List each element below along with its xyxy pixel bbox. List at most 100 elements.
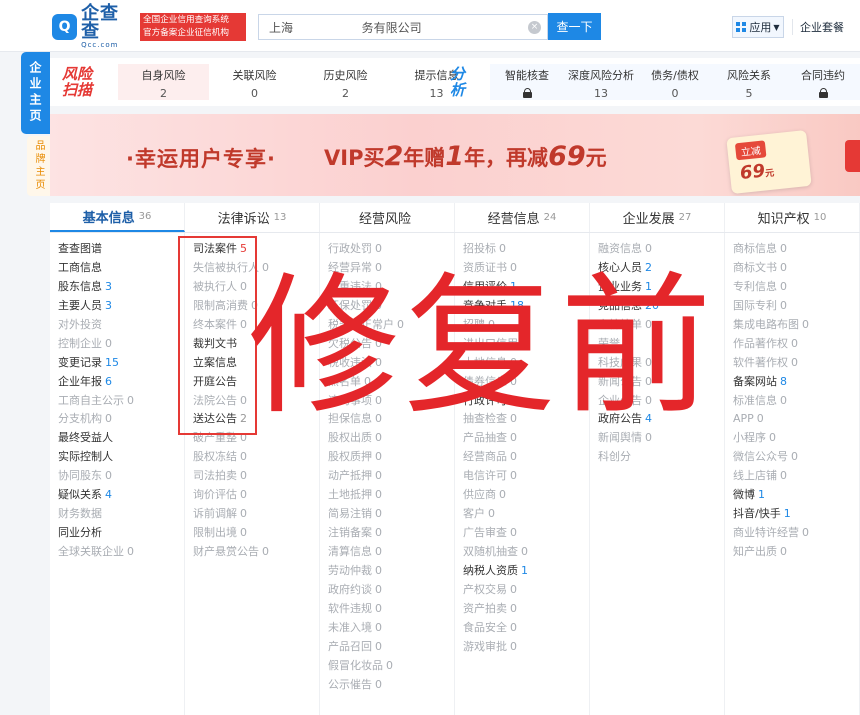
list-item[interactable]: 同业分析 bbox=[58, 523, 184, 542]
list-item[interactable]: 行政许可 4 bbox=[463, 391, 589, 410]
list-item[interactable]: 严重违法 0 bbox=[328, 277, 454, 296]
list-item[interactable]: 简易注销 0 bbox=[328, 504, 454, 523]
list-item[interactable]: 微博 1 bbox=[733, 485, 859, 504]
list-item[interactable]: 债券信息 0 bbox=[463, 372, 589, 391]
list-item[interactable]: 企业年报 6 bbox=[58, 372, 184, 391]
list-item[interactable]: 新闻公告 0 bbox=[598, 372, 724, 391]
list-item[interactable]: 招聘 0 bbox=[463, 315, 589, 334]
list-item[interactable]: 协同股东 0 bbox=[58, 466, 184, 485]
clear-icon[interactable]: × bbox=[528, 21, 541, 34]
analysis-deep-risk[interactable]: 深度风险分析 13 bbox=[564, 64, 638, 100]
list-item[interactable]: 股权质押 0 bbox=[328, 447, 454, 466]
list-item[interactable]: 广告审查 0 bbox=[463, 523, 589, 542]
list-item[interactable]: 开庭公告 bbox=[193, 372, 319, 391]
list-item[interactable]: 实际控制人 bbox=[58, 447, 184, 466]
list-item[interactable]: 标准信息 0 bbox=[733, 391, 859, 410]
list-item[interactable]: 竞品信息 20 bbox=[598, 296, 724, 315]
list-item[interactable]: 政府约谈 0 bbox=[328, 580, 454, 599]
list-item[interactable]: 分支机构 0 bbox=[58, 409, 184, 428]
search-button[interactable]: 查一下 bbox=[548, 13, 601, 40]
search-input[interactable] bbox=[269, 20, 519, 34]
list-item[interactable]: 抖音/快手 1 bbox=[733, 504, 859, 523]
list-item[interactable]: 主要人员 3 bbox=[58, 296, 184, 315]
list-item[interactable]: 司法拍卖 0 bbox=[193, 466, 319, 485]
list-item[interactable]: 纳税人资质 1 bbox=[463, 561, 589, 580]
list-item[interactable]: 法院公告 0 bbox=[193, 391, 319, 410]
list-item[interactable]: 财务数据 bbox=[58, 504, 184, 523]
list-item[interactable]: APP 0 bbox=[733, 409, 859, 428]
list-item[interactable]: 黑名单 0 bbox=[328, 372, 454, 391]
list-item[interactable]: 资产拍卖 0 bbox=[463, 599, 589, 618]
list-item[interactable]: 限制高消费 0 bbox=[193, 296, 319, 315]
list-item[interactable]: 诉前调解 0 bbox=[193, 504, 319, 523]
list-item[interactable]: 商标信息 0 bbox=[733, 239, 859, 258]
list-item[interactable]: 集成电路布图 0 bbox=[733, 315, 859, 334]
risk-related[interactable]: 关联风险 0 bbox=[209, 64, 300, 100]
list-item[interactable]: 经营异常 0 bbox=[328, 258, 454, 277]
tab-legal[interactable]: 法律诉讼 13 bbox=[185, 203, 320, 232]
list-item[interactable]: 股权冻结 0 bbox=[193, 447, 319, 466]
list-item[interactable]: 控制企业 0 bbox=[58, 334, 184, 353]
list-item[interactable]: 软件违规 0 bbox=[328, 599, 454, 618]
list-item[interactable]: 查查图谱 bbox=[58, 239, 184, 258]
list-item[interactable]: 劳动仲裁 0 bbox=[328, 561, 454, 580]
list-item[interactable]: 融资信息 0 bbox=[598, 239, 724, 258]
list-item[interactable]: 产品抽查 0 bbox=[463, 428, 589, 447]
list-item[interactable]: 科创分 bbox=[598, 447, 724, 466]
list-item[interactable]: 进出口信用 bbox=[463, 334, 589, 353]
list-item[interactable]: 微信公众号 0 bbox=[733, 447, 859, 466]
list-item[interactable]: 客户 0 bbox=[463, 504, 589, 523]
list-item[interactable]: 国际专利 0 bbox=[733, 296, 859, 315]
list-item[interactable]: 失信被执行人 0 bbox=[193, 258, 319, 277]
list-item[interactable]: 经营商品 0 bbox=[463, 447, 589, 466]
list-item[interactable]: 立案信息 bbox=[193, 353, 319, 372]
list-item[interactable]: 政府公告 4 bbox=[598, 409, 724, 428]
banner-cta-button[interactable] bbox=[845, 140, 860, 172]
list-item[interactable]: 小程序 0 bbox=[733, 428, 859, 447]
list-item[interactable]: 股权出质 0 bbox=[328, 428, 454, 447]
list-item[interactable]: 产权交易 0 bbox=[463, 580, 589, 599]
list-item[interactable]: 最终受益人 bbox=[58, 428, 184, 447]
list-item[interactable]: 商业特许经营 0 bbox=[733, 523, 859, 542]
list-item[interactable]: 作品著作权 0 bbox=[733, 334, 859, 353]
list-item[interactable]: 食品安全 0 bbox=[463, 618, 589, 637]
brand-home-tab[interactable]: 品牌主页 bbox=[27, 136, 50, 196]
list-item[interactable]: 欠税公告 0 bbox=[328, 334, 454, 353]
enterprise-suite-link[interactable]: 企业套餐 bbox=[800, 19, 844, 35]
analysis-debt[interactable]: 债务/债权 0 bbox=[638, 64, 712, 100]
list-item[interactable]: 司法案件 5 bbox=[193, 239, 319, 258]
list-item[interactable]: 假冒化妆品 0 bbox=[328, 656, 454, 675]
list-item[interactable]: 破产重整 0 bbox=[193, 428, 319, 447]
list-item[interactable]: 电信许可 0 bbox=[463, 466, 589, 485]
tab-business-risk[interactable]: 经营风险 bbox=[320, 203, 455, 232]
qcc-logo[interactable]: Q 企查查 Qcc.com bbox=[52, 5, 136, 49]
list-item[interactable]: 违约事项 0 bbox=[328, 391, 454, 410]
list-item[interactable]: 企业业务 1 bbox=[598, 277, 724, 296]
list-item[interactable]: 商标文书 0 bbox=[733, 258, 859, 277]
risk-self[interactable]: 自身风险 2 bbox=[118, 64, 209, 100]
list-item[interactable]: 荣誉 0 bbox=[598, 334, 724, 353]
list-item[interactable]: 信用评价 1 bbox=[463, 277, 589, 296]
analysis-risk-relation[interactable]: 风险关系 5 bbox=[712, 64, 786, 100]
list-item[interactable]: 新闻舆情 0 bbox=[598, 428, 724, 447]
list-item[interactable]: 税收违法 0 bbox=[328, 353, 454, 372]
list-item[interactable]: 土地抵押 0 bbox=[328, 485, 454, 504]
list-item[interactable]: 终本案件 0 bbox=[193, 315, 319, 334]
list-item[interactable]: 行政处罚 0 bbox=[328, 239, 454, 258]
list-item[interactable]: 裁判文书 bbox=[193, 334, 319, 353]
list-item[interactable]: 财产悬赏公告 0 bbox=[193, 542, 319, 561]
list-item[interactable]: 公示催告 0 bbox=[328, 675, 454, 694]
list-item[interactable]: 备案网站 8 bbox=[733, 372, 859, 391]
list-item[interactable]: 环保处罚 0 bbox=[328, 296, 454, 315]
company-home-tab[interactable]: 企业主页 bbox=[21, 52, 50, 134]
list-item[interactable]: 上榜榜单 0 bbox=[598, 315, 724, 334]
list-item[interactable]: 土地信息 0 bbox=[463, 353, 589, 372]
list-item[interactable]: 被执行人 0 bbox=[193, 277, 319, 296]
list-item[interactable]: 动产抵押 0 bbox=[328, 466, 454, 485]
analysis-smart-check[interactable]: 智能核查 bbox=[490, 64, 564, 100]
list-item[interactable]: 注销备案 0 bbox=[328, 523, 454, 542]
apps-button[interactable]: 应用 ▼ bbox=[732, 16, 784, 38]
tab-business-info[interactable]: 经营信息 24 bbox=[455, 203, 590, 232]
list-item[interactable]: 疑似关系 4 bbox=[58, 485, 184, 504]
list-item[interactable]: 核心人员 2 bbox=[598, 258, 724, 277]
